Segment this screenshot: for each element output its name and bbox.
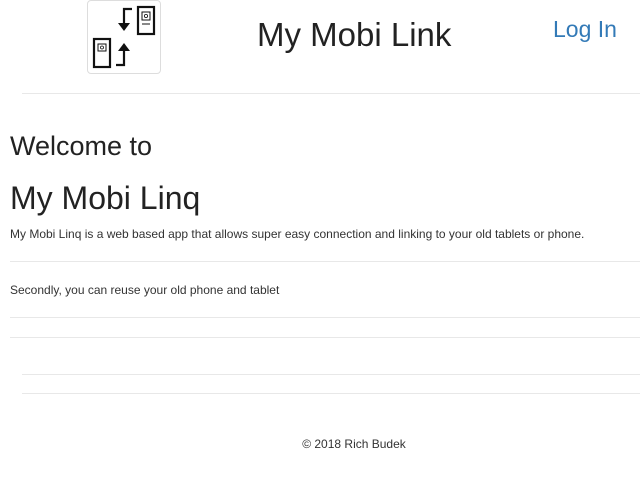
header: My Mobi Link Log In [0,0,640,94]
logo[interactable] [87,0,161,74]
intro-text: My Mobi Linq is a web based app that all… [10,227,585,241]
header-divider [22,93,640,94]
page: My Mobi Link Log In Welcome to My Mobi L… [0,0,640,480]
devices-sync-icon [92,5,156,69]
secondly-text: Secondly, you can reuse your old phone a… [10,283,280,297]
section-divider [10,337,640,338]
site-title: My Mobi Link [257,16,452,53]
footer-divider [22,393,640,394]
footer-copyright: © 2018 Rich Budek [302,437,406,451]
app-name-heading: My Mobi Linq [10,180,201,216]
section-divider [22,374,640,375]
login-link[interactable]: Log In [553,13,617,45]
section-divider [10,317,640,318]
section-divider [10,261,640,262]
welcome-heading: Welcome to [10,131,153,161]
